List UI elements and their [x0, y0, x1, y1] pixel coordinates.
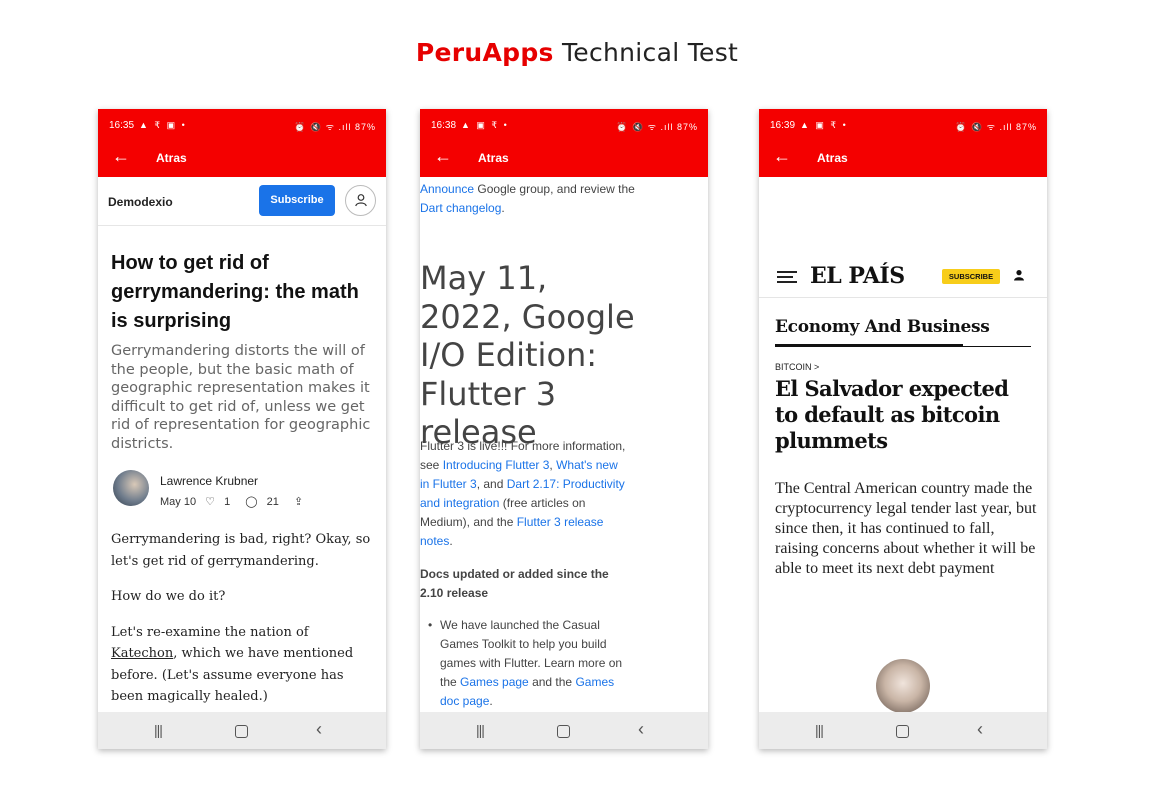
recents-button[interactable]: |||: [815, 722, 824, 738]
system-status-icons: ⏰ 🔇 ᯤ .ıll 87%: [294, 122, 376, 132]
body-text: Google group, and review the: [474, 182, 635, 196]
user-account-icon[interactable]: [1013, 269, 1025, 284]
page-title-brand: PeruApps: [415, 38, 554, 67]
android-nav-bar: ||| ‹: [759, 712, 1047, 749]
body-text: .: [489, 694, 493, 708]
webview-content[interactable]: Demodexio Subscribe How to get rid of ge…: [98, 177, 386, 712]
page-title-rest: Technical Test: [553, 38, 739, 67]
games-page-link[interactable]: Games page: [460, 675, 529, 689]
release-heading: May 11, 2022, Google I/O Edition: Flutte…: [420, 259, 635, 451]
hamburger-menu-icon[interactable]: [777, 271, 797, 283]
status-time: 16:39: [770, 120, 796, 131]
back-arrow-icon[interactable]: ←: [434, 146, 452, 167]
phone-screen-flutter-docs: 16:38 ▲ ▣ ₹ • ⏰ 🔇 ᯤ .ıll 87% ← Atras Ann…: [420, 109, 708, 749]
app-bar-title: Atras: [478, 151, 509, 165]
publication-name[interactable]: Demodexio: [108, 195, 173, 209]
system-status-icons: ⏰ 🔇 ᯤ .ıll 87%: [616, 122, 698, 132]
android-nav-bar: ||| ‹: [98, 712, 386, 749]
user-profile-icon[interactable]: [345, 185, 376, 216]
status-bar: 16:38 ▲ ▣ ₹ • ⏰ 🔇 ᯤ .ıll 87%: [420, 109, 708, 141]
article-subtitle: Gerrymandering distorts the will of the …: [111, 343, 371, 452]
author-name[interactable]: Lawrence Krubner: [160, 474, 258, 488]
body-text: .: [449, 534, 453, 548]
body-text: and the: [528, 675, 576, 689]
release-paragraph: Flutter 3 is live!!! For more informatio…: [420, 437, 630, 551]
publish-date: May 10: [160, 496, 197, 508]
app-bar-title: Atras: [156, 151, 187, 165]
intro-paragraph: Announce Google group, and review the Da…: [420, 180, 635, 218]
section-divider: [775, 346, 1031, 347]
back-arrow-icon[interactable]: ←: [112, 146, 130, 167]
home-button[interactable]: [557, 725, 570, 738]
article-headline: El Salvador expected to default as bitco…: [775, 376, 1009, 453]
status-time: 16:35: [109, 120, 135, 131]
page-title: PeruApps Technical Test: [0, 38, 1154, 67]
status-time: 16:38: [431, 120, 457, 131]
subscribe-button[interactable]: Subscribe: [259, 185, 335, 216]
notification-icons: ▲ ₹ ▣ •: [139, 120, 187, 130]
android-nav-bar: ||| ‹: [420, 712, 708, 749]
section-title[interactable]: Economy And Business: [775, 317, 990, 337]
docs-subheading: Docs updated or added since the 2.10 rel…: [420, 567, 609, 600]
phone-screen-medium: 16:35 ▲ ₹ ▣ • ⏰ 🔇 ᯤ .ıll 87% ← Atras Dem…: [98, 109, 386, 749]
recents-button[interactable]: |||: [154, 722, 163, 738]
announce-link[interactable]: Announce: [420, 182, 474, 196]
publication-header: Demodexio Subscribe: [98, 177, 386, 226]
nav-back-button[interactable]: ‹: [977, 719, 983, 740]
home-button[interactable]: [896, 725, 909, 738]
dart-changelog-link[interactable]: Dart changelog: [420, 201, 501, 215]
system-status-icons: ⏰ 🔇 ᯤ .ıll 87%: [955, 122, 1037, 132]
notification-icons: ▲ ▣ ₹ •: [461, 120, 509, 130]
webview-content[interactable]: EL PAÍS SUBSCRIBE Economy And Business B…: [759, 177, 1047, 712]
topic-tag[interactable]: BITCOIN >: [775, 362, 819, 372]
list-item: We have launched the Casual Games Toolki…: [428, 616, 630, 711]
body-paragraph: Let's re-examine the nation of Katechon,…: [111, 622, 376, 708]
heart-icon: ♡: [205, 496, 216, 508]
comments-button[interactable]: ◯ 21: [245, 496, 285, 508]
phone-screen-el-pais: 16:39 ▲ ▣ ₹ • ⏰ 🔇 ᯤ .ıll 87% ← Atras EL …: [759, 109, 1047, 749]
app-bar: ← Atras: [759, 141, 1047, 177]
article-body: Gerrymandering is bad, right? Okay, so l…: [111, 529, 376, 712]
app-bar: ← Atras: [98, 141, 386, 177]
site-header: EL PAÍS SUBSCRIBE: [759, 257, 1047, 298]
recents-button[interactable]: |||: [476, 722, 485, 738]
body-text: Let's re-examine the nation of: [111, 624, 309, 640]
home-button[interactable]: [235, 725, 248, 738]
like-count: 1: [224, 496, 231, 508]
notification-icons: ▲ ▣ ₹ •: [800, 120, 848, 130]
comment-count: 21: [266, 496, 279, 508]
introducing-flutter-3-link[interactable]: Introducing Flutter 3: [443, 458, 550, 472]
body-text: .: [501, 201, 505, 215]
article-meta: May 10 ♡ 1 ◯ 21 ⇪: [160, 495, 309, 508]
el-pais-logo[interactable]: EL PAÍS: [810, 263, 905, 289]
webview-content[interactable]: Announce Google group, and review the Da…: [420, 177, 708, 712]
body-paragraph: Gerrymandering is bad, right? Okay, so l…: [111, 532, 371, 569]
body-paragraph: How do we do it?: [111, 589, 226, 604]
body-text: , and: [476, 477, 507, 491]
status-bar: 16:35 ▲ ₹ ▣ • ⏰ 🔇 ᯤ .ıll 87%: [98, 109, 386, 141]
like-button[interactable]: ♡ 1: [205, 496, 236, 508]
app-bar: ← Atras: [420, 141, 708, 177]
share-icon[interactable]: ⇪: [294, 496, 303, 508]
status-bar: 16:39 ▲ ▣ ₹ • ⏰ 🔇 ᯤ .ıll 87%: [759, 109, 1047, 141]
katechon-link[interactable]: Katechon: [111, 646, 173, 661]
article-title: How to get rid of gerrymandering: the ma…: [111, 252, 359, 332]
back-arrow-icon[interactable]: ←: [773, 146, 791, 167]
nav-back-button[interactable]: ‹: [638, 719, 644, 740]
nav-back-button[interactable]: ‹: [316, 719, 322, 740]
article-lead: The Central American country made the cr…: [775, 480, 1037, 577]
author-avatar[interactable]: [113, 470, 149, 506]
comment-bubble-icon: ◯: [245, 496, 258, 508]
author-avatar[interactable]: [876, 659, 930, 712]
subscribe-button[interactable]: SUBSCRIBE: [942, 269, 1000, 284]
app-bar-title: Atras: [817, 151, 848, 165]
